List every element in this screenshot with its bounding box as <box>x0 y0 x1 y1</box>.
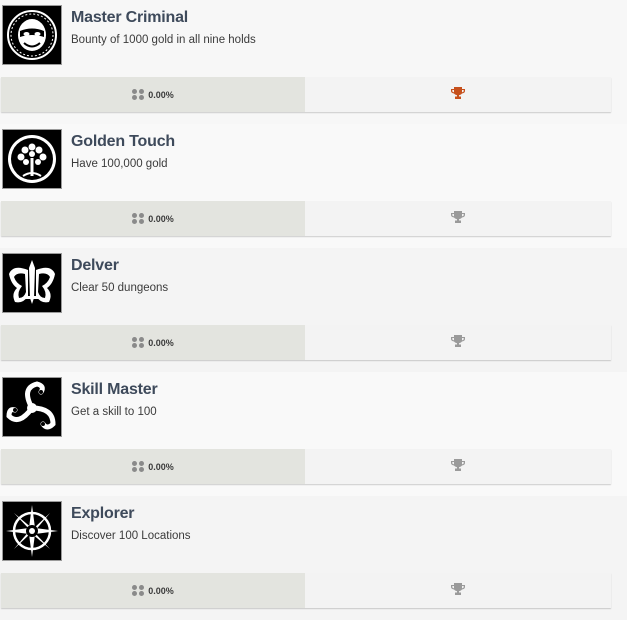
winged-sword-icon <box>2 253 62 313</box>
dots-icon <box>132 337 145 348</box>
achievement-card-master-criminal[interactable]: Master Criminal Bounty of 1000 gold in a… <box>0 0 627 124</box>
rarity-value: 0.00% <box>148 337 174 348</box>
trophy-icon <box>451 86 465 99</box>
rarity-cell: 0.00% <box>1 201 305 236</box>
achievement-stats-bar: 0.00% <box>1 77 611 112</box>
achievement-description: Bounty of 1000 gold in all nine holds <box>71 34 256 46</box>
dots-icon <box>132 585 145 596</box>
achievement-description: Discover 100 Locations <box>71 530 191 542</box>
dots-icon <box>132 461 145 472</box>
compass-star-icon <box>2 501 62 561</box>
achievement-title: Golden Touch <box>71 133 175 150</box>
dots-icon <box>132 89 145 100</box>
trophy-icon <box>451 210 465 223</box>
achievement-card-delver[interactable]: Delver Clear 50 dungeons 0.00% <box>0 248 627 372</box>
trophy-icon <box>451 582 465 595</box>
achievement-description: Clear 50 dungeons <box>71 282 169 294</box>
achievement-stats-bar: 0.00% <box>1 325 611 360</box>
dots-icon <box>132 213 145 224</box>
achievement-card-explorer[interactable]: Explorer Discover 100 Locations 0.00% <box>0 496 627 620</box>
rarity-cell: 0.00% <box>1 449 305 484</box>
rarity-cell: 0.00% <box>1 325 305 360</box>
achievement-stats-bar: 0.00% <box>1 449 611 484</box>
achievement-title: Skill Master <box>71 381 158 398</box>
trophy-icon <box>451 458 465 471</box>
rarity-value: 0.00% <box>148 461 174 472</box>
rarity-cell: 0.00% <box>1 77 305 112</box>
trophy-cell <box>305 449 611 484</box>
achievement-list: Master Criminal Bounty of 1000 gold in a… <box>0 0 627 620</box>
achievement-title: Explorer <box>71 505 135 522</box>
trophy-cell <box>305 77 611 112</box>
trophy-cell <box>305 201 611 236</box>
trophy-cell <box>305 573 611 608</box>
rarity-value: 0.00% <box>148 585 174 596</box>
achievement-card-golden-touch[interactable]: Golden Touch Have 100,000 gold 0.00% <box>0 124 627 248</box>
achievement-stats-bar: 0.00% <box>1 201 611 236</box>
trophy-icon <box>451 334 465 347</box>
rarity-value: 0.00% <box>148 213 174 224</box>
tree-icon <box>2 129 62 189</box>
achievement-description: Have 100,000 gold <box>71 158 168 170</box>
triskelion-icon <box>2 377 62 437</box>
achievement-title: Delver <box>71 257 119 274</box>
achievement-card-skill-master[interactable]: Skill Master Get a skill to 100 0.00% <box>0 372 627 496</box>
trophy-cell <box>305 325 611 360</box>
achievement-description: Get a skill to 100 <box>71 406 157 418</box>
achievement-title: Master Criminal <box>71 9 189 26</box>
rarity-cell: 0.00% <box>1 573 305 608</box>
masked-face-icon <box>2 5 62 65</box>
rarity-value: 0.00% <box>148 89 174 100</box>
achievement-stats-bar: 0.00% <box>1 573 611 608</box>
